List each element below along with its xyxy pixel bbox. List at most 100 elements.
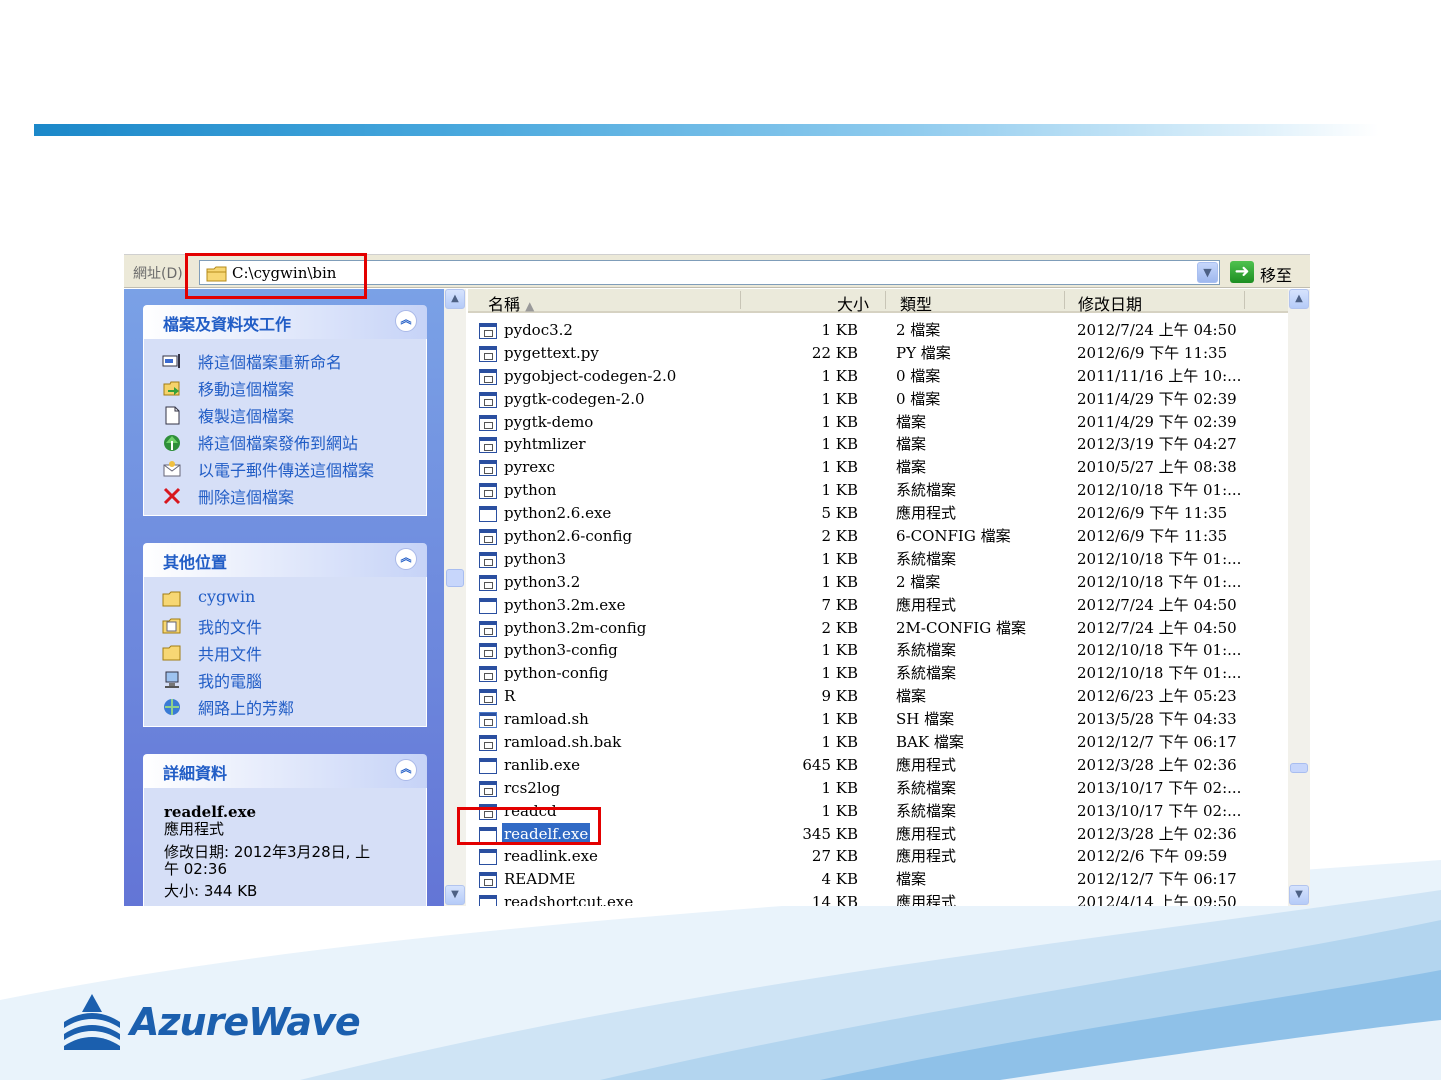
file-name: pydoc3.2: [504, 321, 573, 339]
scroll-down-icon[interactable]: ▼: [1289, 885, 1309, 905]
file-rows: pydoc3.2 1 KB 2 檔案 2012/7/24 上午 04:50 pygett…: [468, 319, 1288, 906]
file-date: 2012/6/9 下午 11:35: [1077, 504, 1228, 523]
file-type: 6-CONFIG 檔案: [896, 527, 1011, 546]
file-name: ranlib.exe: [504, 755, 580, 774]
file-row[interactable]: readshortcut.exe 14 KB 應用程式 2012/4/14 上午 09…: [468, 891, 1288, 906]
file-row[interactable]: python-config 1 KB 系統檔案 2012/10/18 下午 01:..…: [468, 662, 1288, 685]
file-date: 2011/11/16 上午 10:...: [1077, 366, 1242, 385]
file-row[interactable]: python3.2m-config 2 KB 2M-CONFIG 檔案 2012/7/…: [468, 617, 1288, 640]
place-shared-documents[interactable]: 共用文件: [144, 639, 426, 666]
file-size: 645 KB: [802, 755, 858, 774]
file-row[interactable]: readelf.exe 345 KB 應用程式 2012/3/28 上午 02:36: [468, 822, 1288, 846]
column-divider[interactable]: [740, 291, 741, 309]
column-type[interactable]: 類型: [900, 291, 932, 315]
file-row[interactable]: python3.2 1 KB 2 檔案 2012/10/18 下午 01:...: [468, 571, 1288, 594]
column-divider[interactable]: [1064, 291, 1065, 309]
task-delete[interactable]: 刪除這個檔案: [144, 482, 426, 509]
file-row[interactable]: python3.2m.exe 7 KB 應用程式 2012/7/24 上午 04:50: [468, 594, 1288, 617]
system-file-icon: [479, 872, 497, 889]
details-header[interactable]: 詳細資料 ︽: [143, 754, 427, 788]
place-my-documents[interactable]: 我的文件: [144, 612, 426, 639]
application-icon: [479, 826, 497, 843]
file-row[interactable]: pygtk-demo 1 KB 檔案 2011/4/29 下午 02:39: [468, 411, 1288, 434]
task-publish[interactable]: 將這個檔案發佈到網站: [144, 428, 426, 455]
file-date: 2013/10/17 下午 02:...: [1077, 801, 1242, 820]
file-tasks-header[interactable]: 檔案及資料夾工作 ︽: [143, 305, 427, 339]
details-modified-cont: 午 02:36: [164, 860, 227, 878]
file-name: ramload.sh: [504, 710, 589, 729]
file-row[interactable]: pygettext.py 22 KB PY 檔案 2012/6/9 下午 11:35: [468, 342, 1288, 365]
file-date: 2012/10/18 下午 01:...: [1077, 664, 1242, 683]
file-tasks-list: 將這個檔案重新命名 移動這個檔案 複製這個檔案 將這個檔案發佈到網站 以電子郵件…: [143, 339, 427, 516]
file-name: pygtk-codegen-2.0: [504, 389, 645, 408]
panel-title: 詳細資料: [163, 764, 228, 783]
file-row[interactable]: python 1 KB 系統檔案 2012/10/18 下午 01:...: [468, 479, 1288, 502]
file-row[interactable]: pyhtmlizer 1 KB 檔案 2012/3/19 下午 04:27: [468, 433, 1288, 456]
place-cygwin[interactable]: cygwin: [144, 585, 426, 612]
address-dropdown-button[interactable]: ▼: [1197, 262, 1218, 283]
collapse-icon[interactable]: ︽: [395, 548, 417, 570]
file-type: 應用程式: [896, 595, 957, 614]
collapse-icon[interactable]: ︽: [395, 310, 417, 332]
panel-title: 其他位置: [163, 553, 228, 572]
file-row[interactable]: ramload.sh.bak 1 KB BAK 檔案 2012/12/7 下午 06:…: [468, 731, 1288, 754]
file-row[interactable]: python2.6-config 2 KB 6-CONFIG 檔案 2012/6/9 …: [468, 525, 1288, 548]
file-size: 14 KB: [811, 893, 858, 906]
column-divider[interactable]: [1244, 291, 1245, 309]
scroll-thumb[interactable]: [446, 569, 464, 587]
system-file-icon: [479, 643, 497, 660]
sort-ascending-icon: ▲: [525, 299, 535, 313]
file-row[interactable]: pygtk-codegen-2.0 1 KB 0 檔案 2011/4/29 下午 02…: [468, 388, 1288, 411]
task-email[interactable]: 以電子郵件傳送這個檔案: [144, 455, 426, 482]
details-file-name: readelf.exe: [164, 803, 257, 821]
file-row[interactable]: R 9 KB 檔案 2012/6/23 上午 05:23: [468, 685, 1288, 708]
left-scrollbar[interactable]: ▲ ▼: [444, 289, 466, 906]
file-row[interactable]: README 4 KB 檔案 2012/12/7 下午 06:17: [468, 868, 1288, 891]
column-modified[interactable]: 修改日期: [1078, 291, 1142, 315]
file-row[interactable]: rcs2log 1 KB 系統檔案 2013/10/17 下午 02:...: [468, 777, 1288, 800]
file-row[interactable]: ranlib.exe 645 KB 應用程式 2012/3/28 上午 02:36: [468, 754, 1288, 777]
file-row[interactable]: readcd 1 KB 系統檔案 2013/10/17 下午 02:...: [468, 800, 1288, 823]
column-divider[interactable]: [885, 291, 886, 309]
file-name: python: [504, 481, 557, 500]
file-size: 1 KB: [821, 412, 858, 431]
publish-web-icon: [164, 435, 180, 451]
other-places-header[interactable]: 其他位置 ︽: [143, 543, 427, 577]
file-type: 2 檔案: [896, 321, 941, 339]
file-row[interactable]: ramload.sh 1 KB SH 檔案 2013/5/28 下午 04:33: [468, 708, 1288, 731]
file-row[interactable]: pyrexc 1 KB 檔案 2010/5/27 上午 08:38: [468, 456, 1288, 479]
file-row[interactable]: python3-config 1 KB 系統檔案 2012/10/18 下午 01:.…: [468, 639, 1288, 662]
application-icon: [479, 597, 497, 614]
task-copy[interactable]: 複製這個檔案: [144, 401, 426, 428]
file-row[interactable]: python2.6.exe 5 KB 應用程式 2012/6/9 下午 11:35: [468, 502, 1288, 525]
go-button-label[interactable]: 移至: [1260, 262, 1292, 286]
scroll-up-icon[interactable]: ▲: [445, 289, 465, 309]
file-row[interactable]: readlink.exe 27 KB 應用程式 2012/2/6 下午 09:59: [468, 845, 1288, 868]
scroll-down-icon[interactable]: ▼: [445, 885, 465, 905]
right-scrollbar[interactable]: ▲ ▼: [1288, 289, 1310, 906]
details-file-type: 應用程式: [164, 820, 225, 838]
collapse-icon[interactable]: ︽: [395, 759, 417, 781]
file-row[interactable]: python3 1 KB 系統檔案 2012/10/18 下午 01:...: [468, 548, 1288, 571]
go-arrow-icon[interactable]: ➜: [1230, 261, 1254, 283]
task-rename[interactable]: 將這個檔案重新命名: [144, 347, 426, 374]
file-size: 1 KB: [821, 549, 858, 568]
file-date: 2011/4/29 下午 02:39: [1077, 412, 1237, 431]
address-input[interactable]: C:\cygwin\bin ▼: [199, 260, 1220, 285]
file-row[interactable]: pydoc3.2 1 KB 2 檔案 2012/7/24 上午 04:50: [468, 319, 1288, 342]
file-date: 2012/3/19 下午 04:27: [1077, 435, 1237, 454]
scroll-thumb[interactable]: [1290, 763, 1308, 773]
task-move[interactable]: 移動這個檔案: [144, 374, 426, 401]
column-name[interactable]: 名稱 ▲: [488, 291, 534, 315]
file-date: 2012/10/18 下午 01:...: [1077, 549, 1242, 568]
file-date: 2012/10/18 下午 01:...: [1077, 641, 1242, 660]
place-my-computer[interactable]: 我的電腦: [144, 666, 426, 693]
file-row[interactable]: pygobject-codegen-2.0 1 KB 0 檔案 2011/11/16 …: [468, 365, 1288, 388]
scroll-up-icon[interactable]: ▲: [1289, 289, 1309, 309]
file-size: 5 KB: [821, 504, 858, 523]
panel-title: 檔案及資料夾工作: [163, 315, 292, 334]
place-network[interactable]: 網路上的芳鄰: [144, 693, 426, 720]
column-size[interactable]: 大小: [837, 291, 869, 315]
explorer-window: 網址(D) C:\cygwin\bin ▼ ➜ 移至 檔案及資料夾工作 ︽ 將這…: [124, 254, 1310, 906]
file-size: 1 KB: [821, 572, 858, 591]
